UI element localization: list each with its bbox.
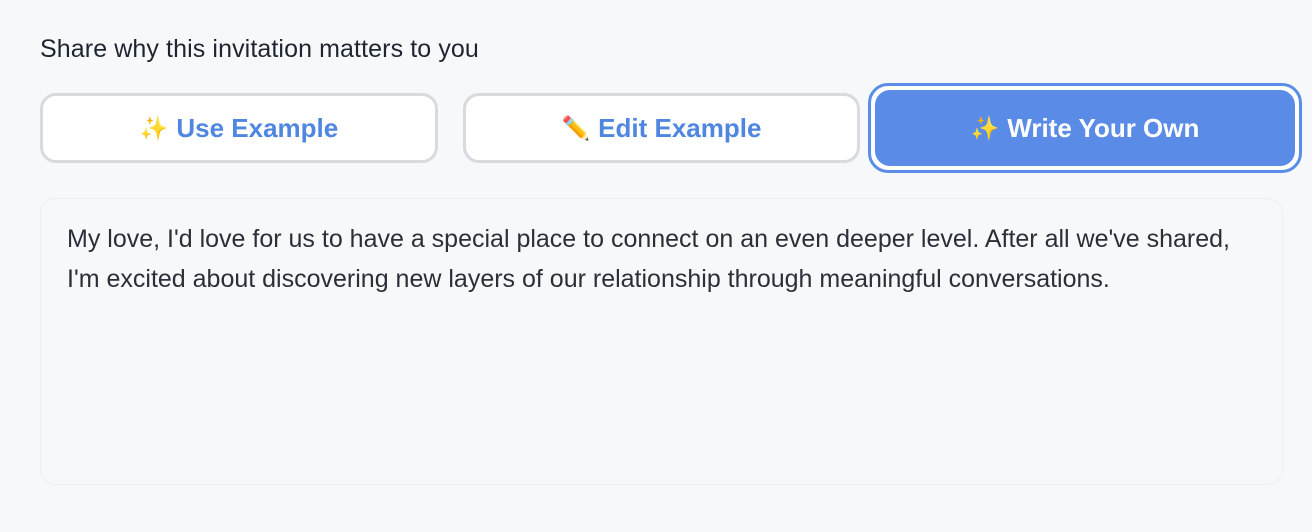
write-your-own-button[interactable]: ✨ Write Your Own	[868, 83, 1302, 173]
edit-example-label: Edit Example	[598, 112, 762, 143]
invitation-message-textarea[interactable]: My love, I'd love for us to have a speci…	[40, 198, 1283, 485]
use-example-button[interactable]: ✨ Use Example	[40, 93, 438, 163]
sparkles-icon: ✨	[970, 114, 1000, 141]
edit-example-button[interactable]: ✏️ Edit Example	[463, 93, 860, 163]
use-example-label: Use Example	[176, 112, 339, 143]
write-your-own-label: Write Your Own	[1007, 112, 1200, 143]
pencil-icon: ✏️	[561, 114, 591, 141]
sparkles-icon: ✨	[139, 114, 169, 141]
invitation-reason-section: Share why this invitation matters to you…	[40, 0, 1302, 532]
write-your-own-button-fill: ✨ Write Your Own	[875, 90, 1295, 166]
option-button-group: ✨ Use Example ✏️ Edit Example ✨ Write Yo…	[40, 83, 1302, 173]
section-label: Share why this invitation matters to you	[40, 35, 479, 63]
